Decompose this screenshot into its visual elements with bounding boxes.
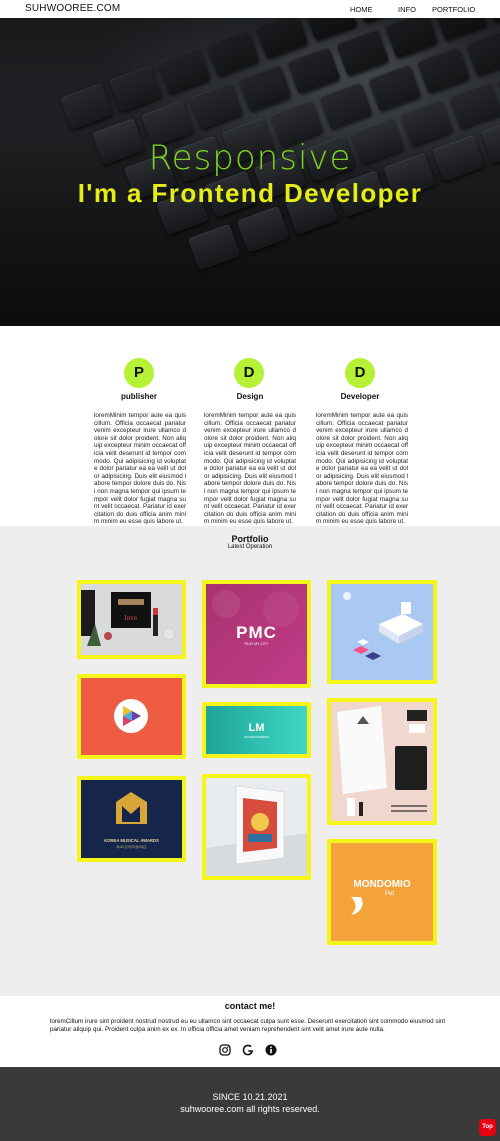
- feature-publisher-text: loremMinim tempor aute ea quis cillum. O…: [94, 412, 186, 526]
- svg-text:love: love: [125, 615, 138, 622]
- lipstick-product-image: love: [81, 584, 182, 655]
- portfolio-subtitle: Latest Operation: [227, 544, 273, 550]
- instagram-icon[interactable]: [219, 1044, 231, 1056]
- portfolio-tile-isometric[interactable]: [327, 580, 437, 684]
- portfolio-tile-mondomio[interactable]: MONDOMIO Pet: [327, 839, 437, 945]
- feature-developer-badge: D: [345, 358, 375, 388]
- hero-subtitle: Responsive: [148, 138, 352, 178]
- isometric-illustration-image: [331, 584, 433, 680]
- lm-logo-text: LM: [248, 722, 265, 734]
- nav-info-link[interactable]: INFO: [398, 5, 416, 14]
- feature-publisher-title: publisher: [120, 392, 157, 401]
- brand-logo[interactable]: SUHWOOREE.COM: [25, 3, 120, 14]
- pmc-logo-text: PMC: [236, 623, 277, 642]
- info-icon[interactable]: [265, 1044, 277, 1056]
- contact-title: contact me!: [224, 1001, 276, 1011]
- feature-design-badge: D: [234, 358, 264, 388]
- mondomio-logo-subtext: Pet: [385, 891, 395, 897]
- portfolio-tile-korea-musical[interactable]: KOREA MUSICAL AWARDS 제1회 한국뮤지컬어워즈: [77, 776, 186, 862]
- triangle-logo-image: [81, 678, 182, 755]
- mondomio-background-image: [331, 843, 433, 941]
- scroll-top-button[interactable]: Top: [479, 1119, 496, 1136]
- feature-design-title: Design: [236, 392, 264, 401]
- portfolio-tile-lipstick[interactable]: love: [77, 580, 186, 659]
- nav-home-link[interactable]: HOME: [350, 5, 373, 14]
- footer-since: SINCE 10.21.2021: [212, 1092, 288, 1102]
- portfolio-tile-lm-entertainment[interactable]: LM ENTERTAINMENT: [202, 702, 311, 758]
- poster-frame-image: [206, 778, 307, 876]
- google-icon[interactable]: [242, 1044, 254, 1056]
- mondomio-logo-text: MONDOMIO: [353, 879, 411, 890]
- feature-design-text: loremMinim tempor aute ea quis cillum. O…: [204, 412, 296, 526]
- top-nav: SUHWOOREE.COM HOME INFO PORTFOLIO: [0, 0, 500, 18]
- portfolio-tile-poster-frame[interactable]: [202, 774, 311, 880]
- feature-developer-title: Developer: [340, 392, 380, 401]
- portfolio-tile-pmc[interactable]: PMC PLAY MY CITY: [202, 580, 311, 688]
- portfolio-tile-triangle-logo[interactable]: [77, 674, 186, 759]
- portfolio-title: Portfolio: [231, 534, 269, 544]
- feature-developer-text: loremMinim tempor aute ea quis cillum. O…: [316, 412, 408, 526]
- contact-text: loremCillum irure sint proident nostrud …: [50, 1018, 446, 1033]
- footer-copyright: suhwooree.com all rights reserved.: [180, 1104, 320, 1114]
- portfolio-tile-stationery[interactable]: [327, 698, 437, 825]
- lm-tagline: ENTERTAINMENT: [243, 735, 270, 739]
- kma-logo-text: KOREA MUSICAL AWARDS: [104, 838, 159, 843]
- feature-publisher-badge: P: [124, 358, 154, 388]
- stationery-mockup-image: [331, 702, 433, 821]
- kma-logo-subtext: 제1회 한국뮤지컬어워즈: [116, 845, 147, 849]
- pmc-tagline: PLAY MY CITY: [244, 642, 269, 646]
- hero-title: I'm a Frontend Developer: [77, 178, 423, 208]
- nav-portfolio-link[interactable]: PORTFOLIO: [432, 5, 475, 14]
